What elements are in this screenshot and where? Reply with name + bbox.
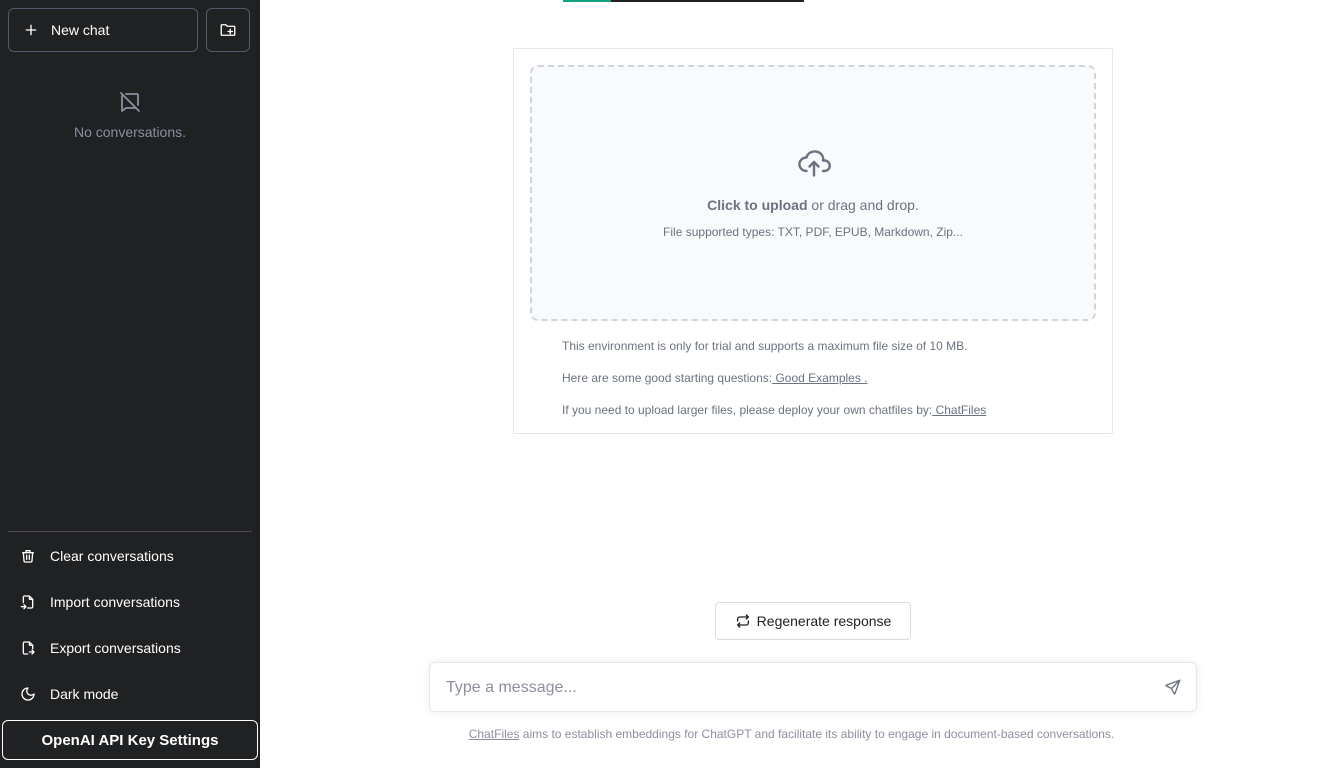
- file-export-icon: [22, 641, 35, 655]
- good-examples-link[interactable]: Good Examples .: [772, 371, 867, 385]
- clear-conversations-label: Clear conversations: [50, 548, 174, 564]
- file-dropzone[interactable]: Click to upload or drag and drop. File s…: [530, 65, 1096, 321]
- clear-conversations-button[interactable]: Clear conversations: [8, 536, 252, 576]
- import-conversations-label: Import conversations: [50, 594, 180, 610]
- export-conversations-button[interactable]: Export conversations: [8, 628, 252, 668]
- export-conversations-label: Export conversations: [50, 640, 181, 656]
- repeat-icon: [736, 614, 749, 628]
- upload-progress-fill: [563, 0, 612, 2]
- cloud-upload-icon: [798, 150, 831, 177]
- trash-icon: [22, 550, 34, 563]
- upload-card: Click to upload or drag and drop. File s…: [513, 48, 1113, 434]
- dark-mode-label: Dark mode: [50, 686, 119, 702]
- message-composer: [429, 662, 1197, 712]
- new-chat-label: New chat: [51, 22, 110, 38]
- folder-plus-icon: [220, 24, 236, 36]
- click-to-upload-label[interactable]: Click to upload: [707, 197, 807, 213]
- import-conversations-button[interactable]: Import conversations: [8, 582, 252, 622]
- moon-icon: [21, 687, 35, 701]
- trial-note: This environment is only for trial and s…: [562, 339, 968, 353]
- dropzone-title: Click to upload or drag and drop.: [532, 197, 1094, 213]
- supported-types-label: File supported types: TXT, PDF, EPUB, Ma…: [663, 225, 963, 239]
- file-import-icon: [20, 595, 34, 610]
- upload-progress-bar: [563, 0, 804, 2]
- examples-note: Here are some good starting questions: G…: [562, 371, 868, 385]
- dark-mode-toggle[interactable]: Dark mode: [8, 674, 252, 714]
- plus-icon: [25, 24, 37, 36]
- chatfiles-deploy-link[interactable]: ChatFiles: [932, 403, 987, 417]
- footer-text: aims to establish embeddings for ChatGPT…: [519, 727, 1115, 741]
- regenerate-label: Regenerate response: [756, 613, 892, 629]
- send-icon[interactable]: [1164, 678, 1182, 696]
- footer-note: ChatFiles aims to establish embeddings f…: [0, 727, 1323, 741]
- sidebar-divider: [8, 531, 252, 532]
- regenerate-response-button[interactable]: Regenerate response: [715, 602, 911, 640]
- chatfiles-footer-link[interactable]: ChatFiles: [469, 727, 520, 741]
- deploy-note-prefix: If you need to upload larger files, plea…: [562, 403, 933, 417]
- empty-conversations: No conversations.: [0, 90, 260, 140]
- message-off-icon: [120, 92, 140, 112]
- empty-label: No conversations.: [73, 124, 187, 140]
- deploy-note: If you need to upload larger files, plea…: [562, 403, 986, 417]
- message-input[interactable]: [446, 675, 1136, 701]
- examples-note-prefix: Here are some good starting questions:: [562, 371, 773, 385]
- new-folder-button[interactable]: [206, 8, 250, 52]
- drag-drop-label: or drag and drop.: [807, 197, 919, 213]
- sidebar: New chat No conversations. Clear convers…: [0, 0, 260, 768]
- new-chat-button[interactable]: New chat: [8, 8, 198, 52]
